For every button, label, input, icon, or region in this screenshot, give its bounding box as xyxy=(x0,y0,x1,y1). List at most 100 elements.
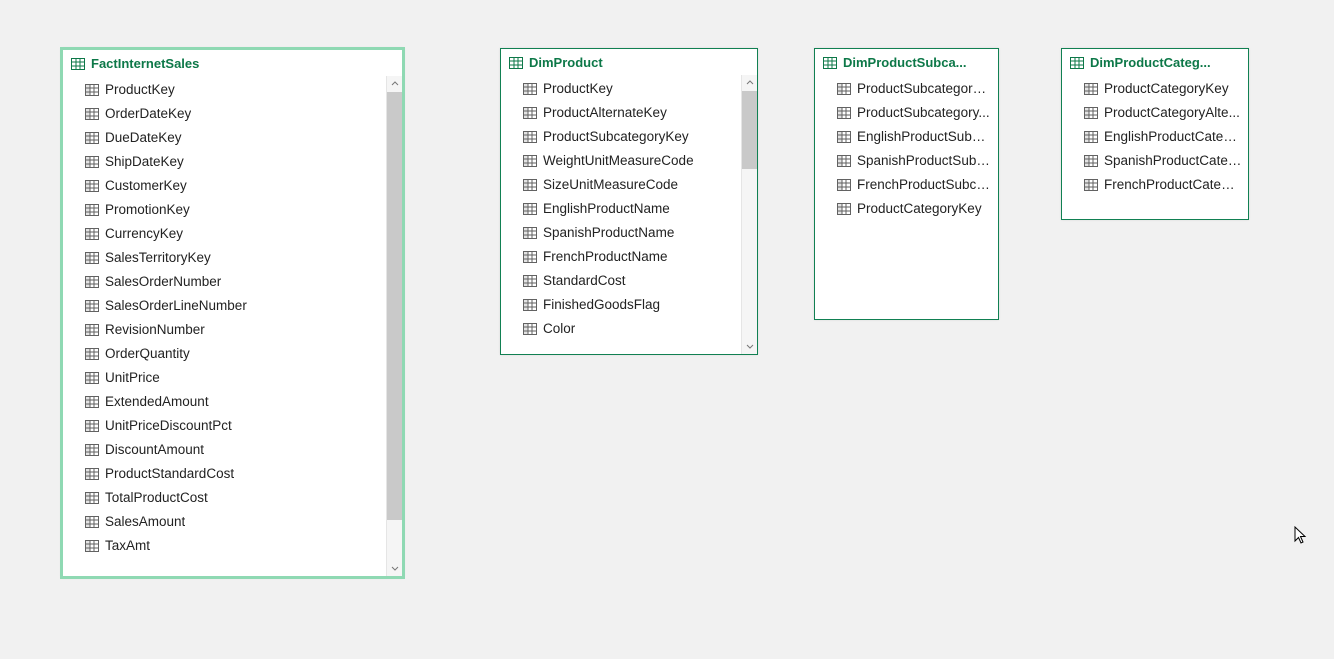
column-item[interactable]: EnglishProductCateg... xyxy=(1062,125,1248,149)
column-item[interactable]: Color xyxy=(501,317,741,341)
column-name: ProductSubcategoryKey xyxy=(543,128,689,146)
column-item[interactable]: CurrencyKey xyxy=(63,222,386,246)
column-name: FinishedGoodsFlag xyxy=(543,296,660,314)
entity-header[interactable]: DimProduct xyxy=(501,49,757,75)
column-item[interactable]: SizeUnitMeasureCode xyxy=(501,173,741,197)
column-item[interactable]: ProductCategoryKey xyxy=(815,197,998,221)
column-icon xyxy=(1084,155,1098,167)
column-icon xyxy=(85,84,99,96)
column-icon xyxy=(85,324,99,336)
column-name: SalesOrderNumber xyxy=(105,273,221,291)
scroll-down-button[interactable] xyxy=(742,338,757,354)
column-item[interactable]: UnitPrice xyxy=(63,366,386,390)
column-icon xyxy=(85,204,99,216)
column-name: ProductSubcategoryK... xyxy=(857,80,992,98)
column-icon xyxy=(523,275,537,287)
column-name: EnglishProductName xyxy=(543,200,670,218)
column-item[interactable]: ProductKey xyxy=(501,77,741,101)
column-item[interactable]: RevisionNumber xyxy=(63,318,386,342)
column-name: StandardCost xyxy=(543,272,626,290)
column-item[interactable]: SalesOrderNumber xyxy=(63,270,386,294)
column-item[interactable]: ProductStandardCost xyxy=(63,462,386,486)
column-item[interactable]: SalesTerritoryKey xyxy=(63,246,386,270)
scroll-up-button[interactable] xyxy=(387,76,402,92)
column-list: ProductKeyOrderDateKeyDueDateKeyShipDate… xyxy=(63,76,386,576)
column-item[interactable]: EnglishProductName xyxy=(501,197,741,221)
column-list: ProductCategoryKey ProductCategoryAlte...… xyxy=(1062,75,1248,219)
column-item[interactable]: ShipDateKey xyxy=(63,150,386,174)
scroll-track[interactable] xyxy=(742,91,757,338)
column-item[interactable]: ProductSubcategoryK... xyxy=(815,77,998,101)
column-item[interactable]: EnglishProductSubcat... xyxy=(815,125,998,149)
column-item[interactable]: DiscountAmount xyxy=(63,438,386,462)
scroll-down-button[interactable] xyxy=(387,560,402,576)
column-name: WeightUnitMeasureCode xyxy=(543,152,694,170)
entity-body: ProductKeyOrderDateKeyDueDateKeyShipDate… xyxy=(63,76,402,576)
column-item[interactable]: ProductSubcategoryKey xyxy=(501,125,741,149)
scroll-thumb[interactable] xyxy=(742,91,757,169)
column-item[interactable]: StandardCost xyxy=(501,269,741,293)
entity-title: DimProduct xyxy=(529,55,603,70)
column-item[interactable]: DueDateKey xyxy=(63,126,386,150)
column-item[interactable]: SpanishProductSubca... xyxy=(815,149,998,173)
column-icon xyxy=(523,131,537,143)
entity-dimproductcategory[interactable]: DimProductCateg...ProductCategoryKeyProd… xyxy=(1061,48,1249,220)
scroll-track[interactable] xyxy=(387,92,402,560)
entity-factinternetsales[interactable]: FactInternetSalesProductKeyOrderDateKeyD… xyxy=(61,48,404,578)
entity-title: DimProductSubca... xyxy=(843,55,967,70)
scrollbar[interactable] xyxy=(741,75,757,354)
table-icon xyxy=(1070,57,1084,69)
column-item[interactable]: ExtendedAmount xyxy=(63,390,386,414)
column-item[interactable]: SalesOrderLineNumber xyxy=(63,294,386,318)
column-icon xyxy=(523,203,537,215)
column-icon xyxy=(1084,179,1098,191)
column-icon xyxy=(85,276,99,288)
column-name: ProductCategoryKey xyxy=(1104,80,1229,98)
column-item[interactable]: ProductCategoryAlte... xyxy=(1062,101,1248,125)
column-item[interactable]: ProductCategoryKey xyxy=(1062,77,1248,101)
column-name: SalesAmount xyxy=(105,513,185,531)
column-name: ProductCategoryAlte... xyxy=(1104,104,1240,122)
entity-dimproduct[interactable]: DimProductProductKeyProductAlternateKeyP… xyxy=(500,48,758,355)
column-item[interactable]: TaxAmt xyxy=(63,534,386,558)
column-item[interactable]: FrenchProductSubcat... xyxy=(815,173,998,197)
column-icon xyxy=(523,155,537,167)
column-list: ProductKeyProductAlternateKey ProductSubc… xyxy=(501,75,741,354)
column-name: RevisionNumber xyxy=(105,321,205,339)
column-item[interactable]: FinishedGoodsFlag xyxy=(501,293,741,317)
scrollbar[interactable] xyxy=(386,76,402,576)
column-icon xyxy=(523,251,537,263)
column-item[interactable]: OrderQuantity xyxy=(63,342,386,366)
entity-header[interactable]: DimProductSubca... xyxy=(815,49,998,75)
column-icon xyxy=(837,107,851,119)
column-item[interactable]: SpanishProductCateg... xyxy=(1062,149,1248,173)
column-item[interactable]: UnitPriceDiscountPct xyxy=(63,414,386,438)
column-item[interactable]: PromotionKey xyxy=(63,198,386,222)
column-item[interactable]: SalesAmount xyxy=(63,510,386,534)
column-item[interactable]: TotalProductCost xyxy=(63,486,386,510)
column-name: Color xyxy=(543,320,575,338)
column-item[interactable]: FrenchProductCatego... xyxy=(1062,173,1248,197)
entity-header[interactable]: FactInternetSales xyxy=(63,50,402,76)
column-name: OrderQuantity xyxy=(105,345,190,363)
entity-header[interactable]: DimProductCateg... xyxy=(1062,49,1248,75)
column-item[interactable]: ProductKey xyxy=(63,78,386,102)
column-item[interactable]: CustomerKey xyxy=(63,174,386,198)
column-name: CustomerKey xyxy=(105,177,187,195)
scroll-up-button[interactable] xyxy=(742,75,757,91)
column-item[interactable]: WeightUnitMeasureCode xyxy=(501,149,741,173)
column-icon xyxy=(837,83,851,95)
column-icon xyxy=(85,228,99,240)
column-name: TaxAmt xyxy=(105,537,150,555)
scroll-thumb[interactable] xyxy=(387,92,402,520)
column-name: EnglishProductCateg... xyxy=(1104,128,1242,146)
column-name: SalesTerritoryKey xyxy=(105,249,211,267)
column-item[interactable]: OrderDateKey xyxy=(63,102,386,126)
column-item[interactable]: ProductSubcategory... xyxy=(815,101,998,125)
column-name: ProductStandardCost xyxy=(105,465,234,483)
column-item[interactable]: SpanishProductName xyxy=(501,221,741,245)
entity-dimproductsubcategory[interactable]: DimProductSubca... ProductSubcategoryK...… xyxy=(814,48,999,320)
column-item[interactable]: FrenchProductName xyxy=(501,245,741,269)
column-item[interactable]: ProductAlternateKey xyxy=(501,101,741,125)
column-icon xyxy=(85,300,99,312)
